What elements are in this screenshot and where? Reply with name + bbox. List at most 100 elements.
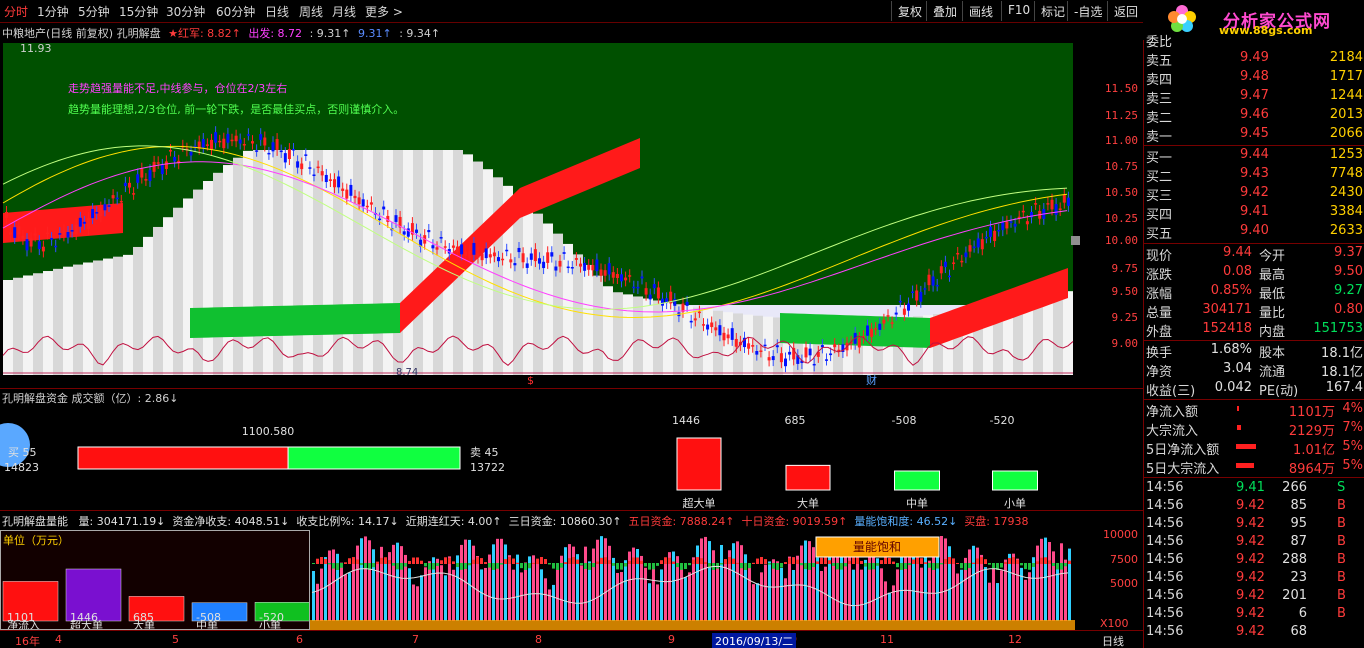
volume-bar [896,569,899,621]
capital-flow-bar [700,558,703,564]
candle-body [919,291,923,302]
price-axis: 11.50 11.25 11.00 10.75 10.50 10.25 10.00 9.75 9… [1082,25,1142,385]
order-size-bar-0 [676,437,722,491]
ask-row-0[interactable]: 卖五 9.49 2184 [1144,49,1364,69]
toolbar-button-2[interactable]: 画线 [962,1,999,21]
date-tick-3: 6 [296,633,303,646]
capital-flow-bar [668,557,671,564]
ask-row-4[interactable]: 卖一 9.45 2066 [1144,125,1364,145]
tick-row-1: 14:56 9.42 85 B [1144,497,1364,515]
candle-body [136,174,140,183]
quote-3: 总量 304171 量比 0.80 [1144,301,1364,321]
volume-profile-step [13,277,23,375]
capital-flow-bar [856,557,859,564]
candle-body [271,142,275,152]
candle-body [37,241,41,250]
candle-body [263,137,267,146]
capital-flow-bar [880,560,883,564]
volume-bar [992,564,995,621]
candle-body [874,328,878,330]
toolbar-button-0[interactable]: 复权 [891,1,928,21]
toolbar-button-4[interactable]: 标记 [1034,1,1071,21]
volume-bar [700,538,703,621]
capital-flow-bar [564,562,567,564]
tick-row-4: 14:56 9.42 288 B [1144,551,1364,569]
legend-label-0: 净流入 [7,618,40,629]
candle-body [218,140,222,143]
capital-flow-bar [908,563,911,566]
candle-body [29,238,33,247]
toolbar-button-5[interactable]: -自选 [1067,1,1108,21]
price-chart[interactable]: 11.93 走势趋强量能不足,中线参与，仓位在2/3左右趋势量能理想,2/3仓位,… [0,40,1080,385]
period-tab-1[interactable]: 1分钟 [37,3,69,20]
capital-flow-bar [756,558,759,564]
candle-body [722,332,726,341]
volume-bar [408,568,411,621]
period-tab-4[interactable]: 30分钟 [166,3,205,20]
candle-body [640,276,644,279]
volume-bar [864,559,867,621]
volume-profile-step [73,264,83,375]
volume-bar [808,541,811,621]
capital-flow-bar [960,563,963,569]
bid-row-3[interactable]: 买四 9.41 3384 [1144,203,1364,223]
capital-flow-bar [640,560,643,564]
bid-price: 9.40 [1240,223,1269,238]
date-tick-0: 16年 [15,635,40,648]
ask-row-2[interactable]: 卖三 9.47 1244 [1144,87,1364,107]
ask-price: 9.49 [1240,50,1269,65]
ask-row-1[interactable]: 卖四 9.48 1717 [1144,68,1364,88]
candle-body [886,315,890,317]
volume-bar [848,555,851,621]
volume-bar [776,561,779,621]
candle-body [656,287,660,299]
capital-flow-bar [312,563,315,564]
period-tab-3[interactable]: 15分钟 [119,3,158,20]
bid-row-2[interactable]: 买三 9.42 2430 [1144,184,1364,204]
quote-value-2: 9.37 [1334,245,1363,260]
quote-value-2: 9.50 [1334,264,1363,279]
volume-bar [792,569,795,621]
capital-flow-bar [536,558,539,564]
toolbar-button-1[interactable]: 叠加 [926,1,963,21]
capital-flow-bar [740,563,743,569]
volume-profile-step [413,150,423,375]
quote-panel: 委比 卖五 9.49 2184 卖四 9.48 1717 卖三 9.47 1244 卖二 9.46 20… [1143,35,1364,648]
period-tab-0[interactable]: 分时 [4,3,28,20]
tick-price: 9.41 [1236,480,1265,495]
period-tab-7[interactable]: 周线 [299,3,323,20]
volume-bar [688,572,691,621]
tick-price: 9.42 [1236,624,1265,639]
volume-profile-step [83,262,93,375]
toolbar-button-3[interactable]: F10 [1001,1,1036,21]
candle-body [911,291,915,294]
buy-bar [77,446,289,470]
candle-body [369,202,373,205]
toolbar-button-6[interactable]: 返回 [1107,1,1144,21]
candle-body [706,324,710,330]
capital-flow-bar [812,563,815,568]
capital-flow-bar [1052,563,1055,567]
period-tab-8[interactable]: 月线 [332,3,356,20]
period-tab-2[interactable]: 5分钟 [78,3,110,20]
ask-row-3[interactable]: 卖二 9.46 2013 [1144,106,1364,126]
period-tab-5[interactable]: 60分钟 [216,3,255,20]
capital-flow-bar [952,558,955,564]
period-tab-6[interactable]: 日线 [265,3,289,20]
period-tab-9[interactable]: 更多 > [365,3,403,20]
candle-body [829,353,833,356]
volume-multiplier: X100 [1100,617,1129,630]
bid-row-0[interactable]: 买一 9.44 1253 [1144,146,1364,166]
flow-row-1: 大宗流入 2129万 7% [1144,419,1364,439]
bid-row-4[interactable]: 买五 9.40 2633 [1144,222,1364,242]
flow-row-2: 5日净流入额 1.01亿 5% [1144,438,1364,458]
candle-body [615,273,619,279]
volume-bar [820,571,823,621]
date-tick-1: 4 [55,633,62,646]
bid-row-1[interactable]: 买二 9.43 7748 [1144,165,1364,185]
capital-flow-bar [964,563,967,570]
price-axis-label: 9.00 [1111,337,1139,350]
period-label[interactable]: 日线 [1102,633,1124,648]
volume-bar [724,561,727,621]
capital-flow-bar [520,563,523,569]
